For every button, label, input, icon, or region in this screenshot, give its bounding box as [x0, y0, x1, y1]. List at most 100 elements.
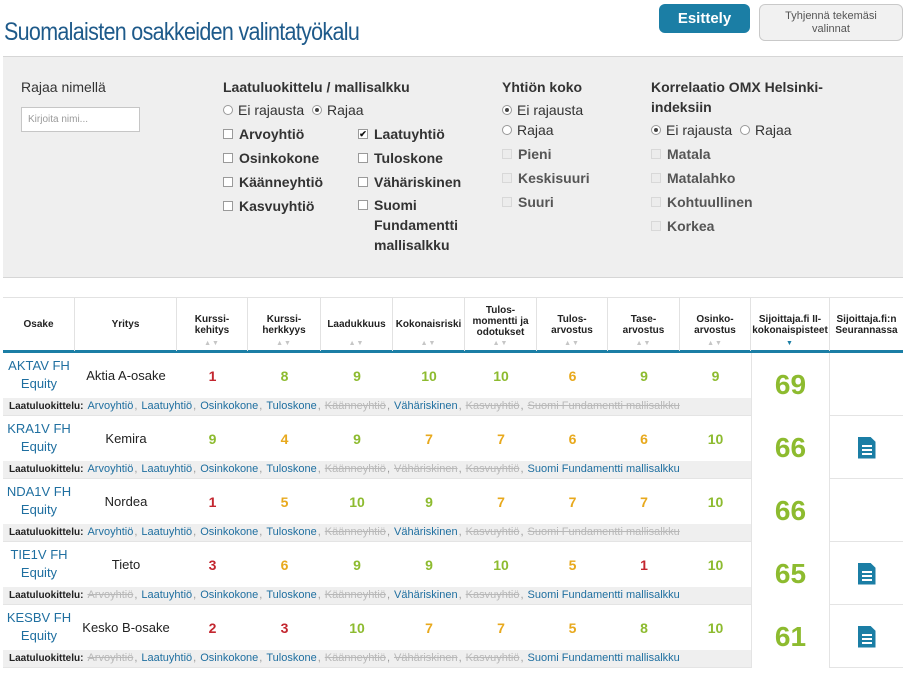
col-tulosarvostus[interactable]: Tulos-arvostus ▲▼ [537, 298, 608, 351]
quality-tag[interactable]: Tuloskone [266, 526, 316, 538]
option-label: Matala [667, 146, 711, 162]
ticker-code[interactable]: KRA1V FH [3, 420, 75, 438]
size-radio-none[interactable]: Ei rajausta [502, 102, 583, 118]
check-pieni[interactable]: Pieni [502, 146, 551, 162]
check-korkea[interactable]: Korkea [651, 218, 714, 234]
quality-tag[interactable]: Vähäriskinen [394, 589, 458, 601]
ticker-suffix[interactable]: Equity [3, 564, 75, 582]
check-kaanneyhtio[interactable]: Käänneyhtiö [223, 174, 323, 190]
ticker-code[interactable]: KESBV FH [3, 609, 75, 627]
col-kurssiherkkyys[interactable]: Kurssi-herkkyys ▲▼ [248, 298, 321, 351]
quality-tag[interactable]: Arvoyhtiö [87, 463, 133, 475]
quality-tag[interactable]: Laatuyhtiö [141, 463, 192, 475]
size-filter-label: Yhtiön koko [502, 79, 583, 95]
quality-radio-none[interactable]: Ei rajausta [223, 102, 304, 118]
score-cell: 7 [465, 605, 537, 650]
check-suomi-fundamentti[interactable]: Suomi Fundamentti mallisalkku [358, 195, 468, 255]
col-tulosmomentti[interactable]: Tulos-momentti ja odotukset ▲▼ [465, 298, 537, 351]
quality-tag[interactable]: Suomi Fundamentti mallisalkku [528, 652, 680, 664]
ticker-suffix[interactable]: Equity [3, 375, 75, 393]
quality-tag[interactable]: Laatuyhtiö [141, 400, 192, 412]
check-tuloskone[interactable]: Tuloskone [358, 150, 443, 166]
check-kohtuullinen[interactable]: Kohtuullinen [651, 194, 753, 210]
check-matalahko[interactable]: Matalahko [651, 170, 735, 186]
option-label: Keskisuuri [518, 170, 590, 186]
ticker-suffix[interactable]: Equity [3, 438, 75, 456]
ticker-link[interactable]: KRA1V FH Equity [3, 420, 75, 456]
score-cell: 9 [321, 542, 393, 587]
col-laadukkuus[interactable]: Laadukkuus ▲▼ [321, 298, 393, 351]
check-keskisuuri[interactable]: Keskisuuri [502, 170, 590, 186]
check-arvoyhtio[interactable]: Arvoyhtiö [223, 126, 304, 142]
document-icon[interactable] [857, 436, 876, 459]
page-title: Suomalaisten osakkeiden valintatyökalu [4, 18, 360, 46]
table-body: AKTAV FH Equity Aktia A-osake 1 8 9 10 10 6 9 9 69 L… [3, 353, 903, 668]
quality-tag[interactable]: Osinkokone [200, 463, 258, 475]
quality-tag[interactable]: Suomi Fundamentti mallisalkku [528, 589, 680, 601]
check-kasvuyhtio[interactable]: Kasvuyhtiö [223, 198, 314, 214]
quality-tag[interactable]: Vähäriskinen [394, 526, 458, 538]
quality-tag[interactable]: Osinkokone [200, 400, 258, 412]
size-radio-limit[interactable]: Rajaa [502, 122, 554, 138]
quality-tag[interactable]: Laatuyhtiö [141, 589, 192, 601]
quality-tag[interactable]: Laatuyhtiö [141, 526, 192, 538]
table-row: KESBV FH Equity Kesko B-osake 2 3 10 7 7 5 8 10 61 L… [3, 605, 903, 668]
corr-radio-limit[interactable]: Rajaa [740, 122, 792, 138]
col-kokonaispisteet[interactable]: Sijoittaja.fi II-kokonaispisteet ▼ [751, 298, 830, 351]
check-vahariskinen[interactable]: Vähäriskinen [358, 174, 461, 190]
radio-selected-icon [502, 105, 512, 115]
ticker-suffix[interactable]: Equity [3, 627, 75, 645]
ticker-code[interactable]: NDA1V FH [3, 483, 75, 501]
check-suuri[interactable]: Suuri [502, 194, 554, 210]
col-osake: Osake [3, 298, 75, 351]
quality-tag[interactable]: Laatuyhtiö [141, 652, 192, 664]
ticker-link[interactable]: KESBV FH Equity [3, 609, 75, 645]
quality-tag[interactable]: Arvoyhtiö [87, 400, 133, 412]
quality-radio-limit[interactable]: Rajaa [312, 102, 364, 118]
tag-separator: , [193, 400, 197, 412]
check-matala[interactable]: Matala [651, 146, 711, 162]
score-value: 7 [497, 619, 505, 636]
col-kurssikehitys[interactable]: Kurssi-kehitys ▲▼ [177, 298, 248, 351]
quality-tag[interactable]: Tuloskone [266, 400, 316, 412]
checkbox-disabled-icon [502, 197, 512, 207]
quality-tag[interactable]: Osinkokone [200, 526, 258, 538]
check-laatuyhtio[interactable]: ✔ Laatuyhtiö [358, 126, 445, 142]
score-cell: 9 [321, 353, 393, 398]
table-row: AKTAV FH Equity Aktia A-osake 1 8 9 10 10 6 9 9 69 L… [3, 353, 903, 416]
quality-tag[interactable]: Osinkokone [200, 652, 258, 664]
quality-tag[interactable]: Vähäriskinen [394, 400, 458, 412]
check-osinkokone[interactable]: Osinkokone [223, 150, 319, 166]
quality-tags-row: Laatuluokittelu: Arvoyhtiö, Laatuyhtiö, Osi… [3, 587, 751, 604]
col-kokonaisriski[interactable]: Kokonaisriski ▲▼ [393, 298, 465, 351]
ticker-link[interactable]: TIE1V FH Equity [3, 546, 75, 582]
score-cell: 9 [321, 416, 393, 461]
ticker-suffix[interactable]: Equity [3, 501, 75, 519]
tag-separator: , [458, 400, 462, 412]
document-icon[interactable] [857, 625, 876, 648]
sort-icon: ▲▼ [420, 340, 437, 347]
quality-tag[interactable]: Arvoyhtiö [87, 526, 133, 538]
name-input[interactable] [21, 107, 140, 132]
quality-tag[interactable]: Tuloskone [266, 652, 316, 664]
quality-tag[interactable]: Osinkokone [200, 589, 258, 601]
corr-radio-none[interactable]: Ei rajausta [651, 122, 732, 138]
option-label: Vähäriskinen [374, 174, 462, 190]
col-tasearvostus[interactable]: Tase-arvostus ▲▼ [608, 298, 680, 351]
score-value: 10 [707, 430, 724, 447]
score-cell: 7 [393, 605, 465, 650]
quality-tag[interactable]: Tuloskone [266, 463, 316, 475]
ticker-code[interactable]: TIE1V FH [3, 546, 75, 564]
tag-separator: , [458, 652, 462, 664]
score-cell: 10 [680, 416, 751, 461]
score-value: 9 [425, 556, 433, 573]
esittely-button[interactable]: Esittely [659, 4, 750, 33]
clear-selections-button[interactable]: Tyhjennä tekemäsi valinnat [759, 4, 903, 41]
ticker-link[interactable]: NDA1V FH Equity [3, 483, 75, 519]
quality-tag[interactable]: Tuloskone [266, 589, 316, 601]
col-osinkoarvostus[interactable]: Osinko-arvostus ▲▼ [680, 298, 751, 351]
document-icon[interactable] [857, 562, 876, 585]
quality-tag[interactable]: Suomi Fundamentti mallisalkku [528, 463, 680, 475]
ticker-link[interactable]: AKTAV FH Equity [3, 357, 75, 393]
ticker-code[interactable]: AKTAV FH [3, 357, 75, 375]
